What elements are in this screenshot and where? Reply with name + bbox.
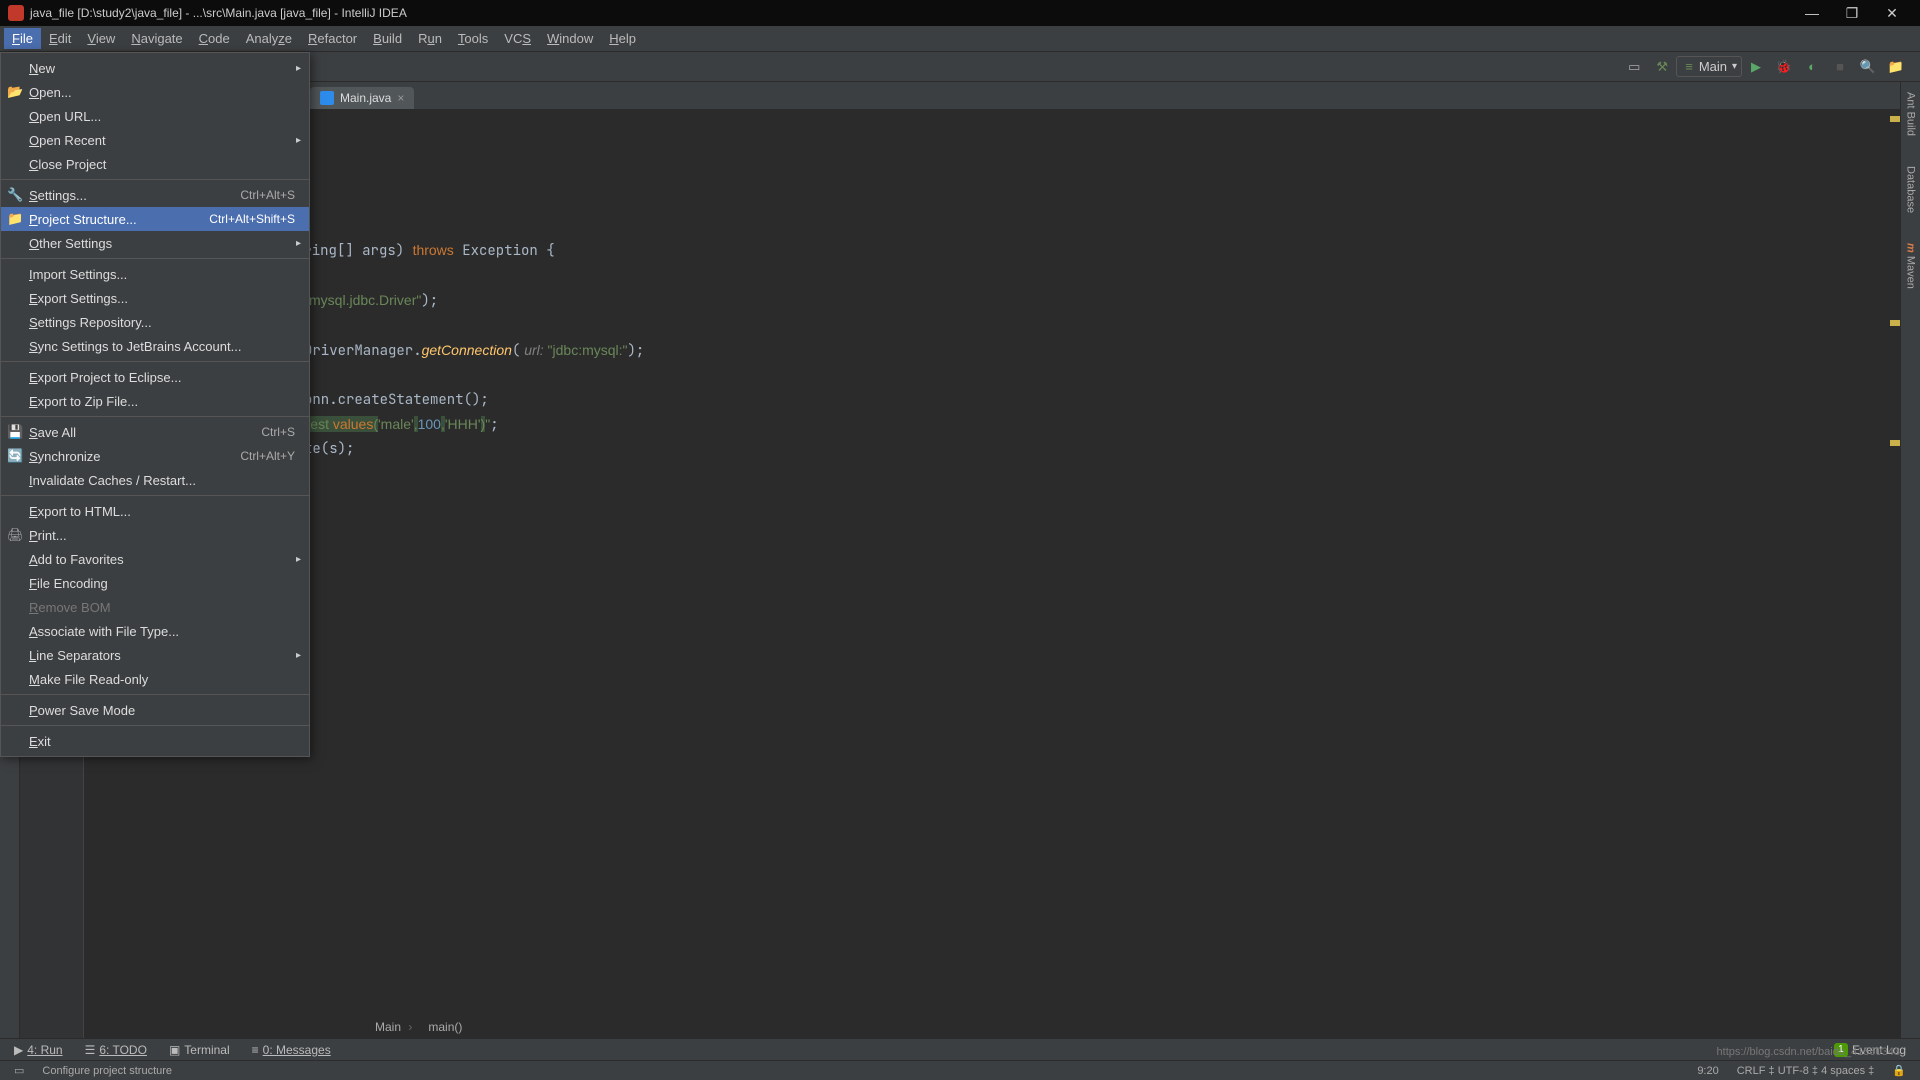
code-area[interactable]: import java.sql.*; public class Main { p…: [84, 110, 1900, 1040]
tool-ant-build[interactable]: Ant Build: [1905, 92, 1917, 136]
tab-label: Main.java: [340, 91, 391, 105]
menu-item-add-to-favorites[interactable]: Add to Favorites: [1, 547, 309, 571]
window-title: java_file [D:\study2\java_file] - ...\sr…: [30, 6, 1792, 20]
minimize-button[interactable]: —: [1792, 5, 1832, 21]
search-everywhere-icon[interactable]: 🔍: [1859, 58, 1877, 76]
encoding-info[interactable]: CRLF ‡ UTF-8 ‡ 4 spaces ‡: [1737, 1065, 1875, 1077]
menu-item-remove-bom[interactable]: Remove BOM: [1, 595, 309, 619]
tab-main-java[interactable]: Main.java ×: [310, 87, 414, 109]
tool-maven[interactable]: m Maven: [1905, 243, 1917, 289]
menu-tools[interactable]: Tools: [450, 28, 496, 49]
right-tool-stripe: Ant Build Database m Maven: [1900, 82, 1920, 1040]
menu-window[interactable]: Window: [539, 28, 601, 49]
tool-run[interactable]: ▶ 4: Run: [14, 1043, 63, 1057]
menu-view[interactable]: View: [79, 28, 123, 49]
tool-terminal[interactable]: ▣ Terminal: [169, 1043, 230, 1057]
menu-item-line-separators[interactable]: Line Separators: [1, 643, 309, 667]
menu-item-settings-repository-[interactable]: Settings Repository...: [1, 310, 309, 334]
menu-item-project-structure-[interactable]: 📁Project Structure...Ctrl+Alt+Shift+S: [1, 207, 309, 231]
menu-item-print-[interactable]: 🖨Print...: [1, 523, 309, 547]
menu-file[interactable]: File: [4, 28, 41, 49]
menu-item-synchronize[interactable]: 🔄SynchronizeCtrl+Alt+Y: [1, 444, 309, 468]
menu-help[interactable]: Help: [601, 28, 644, 49]
menu-item-open-recent[interactable]: Open Recent: [1, 128, 309, 152]
build-hammer-icon[interactable]: ⚒: [1653, 58, 1671, 76]
tool-database[interactable]: Database: [1905, 166, 1917, 213]
menu-item-open-url-[interactable]: Open URL...: [1, 104, 309, 128]
watermark: https://blog.csdn.net/baidu_41560343: [1717, 1046, 1900, 1058]
menu-code[interactable]: Code: [191, 28, 238, 49]
crumb-method[interactable]: main(): [428, 1020, 466, 1034]
menu-item-other-settings[interactable]: Other Settings: [1, 231, 309, 255]
menu-item-import-settings-[interactable]: Import Settings...: [1, 262, 309, 286]
java-class-icon: [320, 91, 334, 105]
menu-build[interactable]: Build: [365, 28, 410, 49]
menu-item-power-save-mode[interactable]: Power Save Mode: [1, 698, 309, 722]
menubar: File Edit View Navigate Code Analyze Ref…: [0, 26, 1920, 52]
status-icon[interactable]: ▭: [14, 1064, 24, 1077]
crumb-class[interactable]: Main: [375, 1020, 412, 1034]
menu-item-make-file-read-only[interactable]: Make File Read-only: [1, 667, 309, 691]
statusbar: ▭ Configure project structure 9:20 CRLF …: [0, 1060, 1920, 1080]
menu-vcs[interactable]: VCS: [496, 28, 539, 49]
select-target-icon[interactable]: ▭: [1625, 58, 1643, 76]
app-icon: [8, 5, 24, 21]
menu-item-settings-[interactable]: 🔧Settings...Ctrl+Alt+S: [1, 183, 309, 207]
menu-item-export-project-to-eclipse-[interactable]: Export Project to Eclipse...: [1, 365, 309, 389]
project-structure-icon[interactable]: 📁: [1887, 58, 1905, 76]
lock-icon[interactable]: 🔒: [1892, 1064, 1906, 1077]
run-config-name: Main: [1699, 59, 1727, 74]
stop-button-icon[interactable]: ■: [1831, 58, 1849, 76]
menu-item-open-[interactable]: 📂Open...: [1, 80, 309, 104]
menu-refactor[interactable]: Refactor: [300, 28, 365, 49]
tab-close-icon[interactable]: ×: [397, 91, 404, 105]
tool-messages[interactable]: ≡ 0: Messages: [252, 1043, 331, 1057]
menu-item-new[interactable]: New: [1, 56, 309, 80]
breadcrumb[interactable]: Main main(): [375, 1014, 466, 1040]
menu-item-close-project[interactable]: Close Project: [1, 152, 309, 176]
titlebar: java_file [D:\study2\java_file] - ...\sr…: [0, 0, 1920, 26]
menu-item-export-to-html-[interactable]: Export to HTML...: [1, 499, 309, 523]
status-hint: Configure project structure: [42, 1065, 172, 1077]
caret-position[interactable]: 9:20: [1697, 1065, 1718, 1077]
maximize-button[interactable]: ❐: [1832, 5, 1872, 22]
menu-item-associate-with-file-type-[interactable]: Associate with File Type...: [1, 619, 309, 643]
menu-item-invalidate-caches-restart-[interactable]: Invalidate Caches / Restart...: [1, 468, 309, 492]
menu-navigate[interactable]: Navigate: [123, 28, 190, 49]
debug-button-icon[interactable]: 🐞: [1775, 58, 1793, 76]
coverage-button-icon[interactable]: ◐: [1803, 58, 1821, 76]
menu-run[interactable]: Run: [410, 28, 450, 49]
menu-item-file-encoding[interactable]: File Encoding: [1, 571, 309, 595]
menu-item-sync-settings-to-jetbrains-account-[interactable]: Sync Settings to JetBrains Account...: [1, 334, 309, 358]
menu-item-export-to-zip-file-[interactable]: Export to Zip File...: [1, 389, 309, 413]
menu-item-save-all[interactable]: 💾Save AllCtrl+S: [1, 420, 309, 444]
close-button[interactable]: ✕: [1872, 5, 1912, 22]
tool-todo[interactable]: ☰ 6: TODO: [85, 1043, 147, 1057]
menu-item-export-settings-[interactable]: Export Settings...: [1, 286, 309, 310]
menu-edit[interactable]: Edit: [41, 28, 79, 49]
menu-item-exit[interactable]: Exit: [1, 729, 309, 753]
error-stripe[interactable]: [1886, 110, 1900, 610]
bottom-toolbar: ▶ 4: Run ☰ 6: TODO ▣ Terminal ≡ 0: Messa…: [0, 1038, 1920, 1060]
menu-analyze[interactable]: Analyze: [238, 28, 300, 49]
file-menu-popup: New📂Open...Open URL...Open RecentClose P…: [0, 52, 310, 757]
run-configuration-selector[interactable]: ≡ Main: [1676, 56, 1742, 77]
run-button-icon[interactable]: ▶: [1747, 58, 1765, 76]
